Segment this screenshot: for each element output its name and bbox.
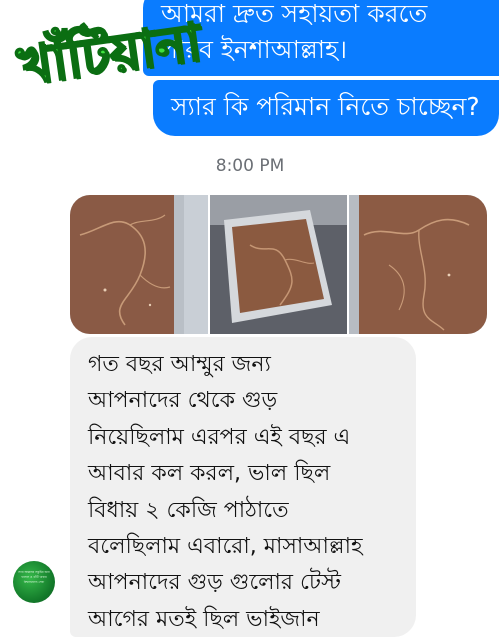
gur-tray-image xyxy=(210,195,347,334)
avatar-logo-text: স্যার আল্লাহর সন্তুষ্টির জন্য xyxy=(18,570,50,574)
message-text-line: আগের মতই ছিল ভাইজান xyxy=(88,606,320,632)
message-text-line: বলেছিলাম এবারো, মাসাআল্লাহ xyxy=(88,534,363,560)
message-timestamp: 8:00 PM xyxy=(215,156,285,176)
message-text: স্যার কি পরিমান নিতে চাচ্ছেন? xyxy=(171,92,480,121)
photo-attachment-3[interactable] xyxy=(349,195,487,334)
avatar-logo-text: বিশ্বাসযোগ্য সেবা xyxy=(23,580,45,584)
message-text-line: আপনাদের গুড় গুলোর টেস্ট xyxy=(88,570,341,596)
message-text-line: আবার কল করল, ভাল ছিল xyxy=(88,461,331,487)
message-text-line: আপনাদের থেকে গুড় xyxy=(88,388,278,414)
incoming-message-bubble[interactable]: গত বছর আম্মুর জন্য আপনাদের থেকে গুড় নিয… xyxy=(70,337,416,637)
message-text-line: গত বছর আম্মুর জন্য xyxy=(88,352,271,377)
photo-attachment-1[interactable] xyxy=(70,195,208,334)
message-text-line: নিয়েছিলাম এরপর এই বছর এ xyxy=(88,424,351,450)
message-text-line: পারব ইনশাআল্লাহ। xyxy=(161,35,348,64)
avatar-logo-text: হালাল ও খাঁটি খাবার xyxy=(21,575,47,579)
gur-tray-image xyxy=(349,195,487,334)
photo-attachment-group xyxy=(70,195,487,334)
outgoing-message-bubble[interactable]: স্যার কি পরিমান নিতে চাচ্ছেন? xyxy=(153,80,499,136)
message-text-line: আমরা দ্রুত সহায়তা করতে xyxy=(161,0,428,28)
photo-attachment-2[interactable] xyxy=(210,195,347,334)
gur-tray-image xyxy=(70,195,208,334)
sender-avatar[interactable]: স্যার আল্লাহর সন্তুষ্টির জন্য হালাল ও খা… xyxy=(13,561,55,603)
message-text-line: বিধায় ২ কেজি পাঠাতে xyxy=(88,497,289,523)
